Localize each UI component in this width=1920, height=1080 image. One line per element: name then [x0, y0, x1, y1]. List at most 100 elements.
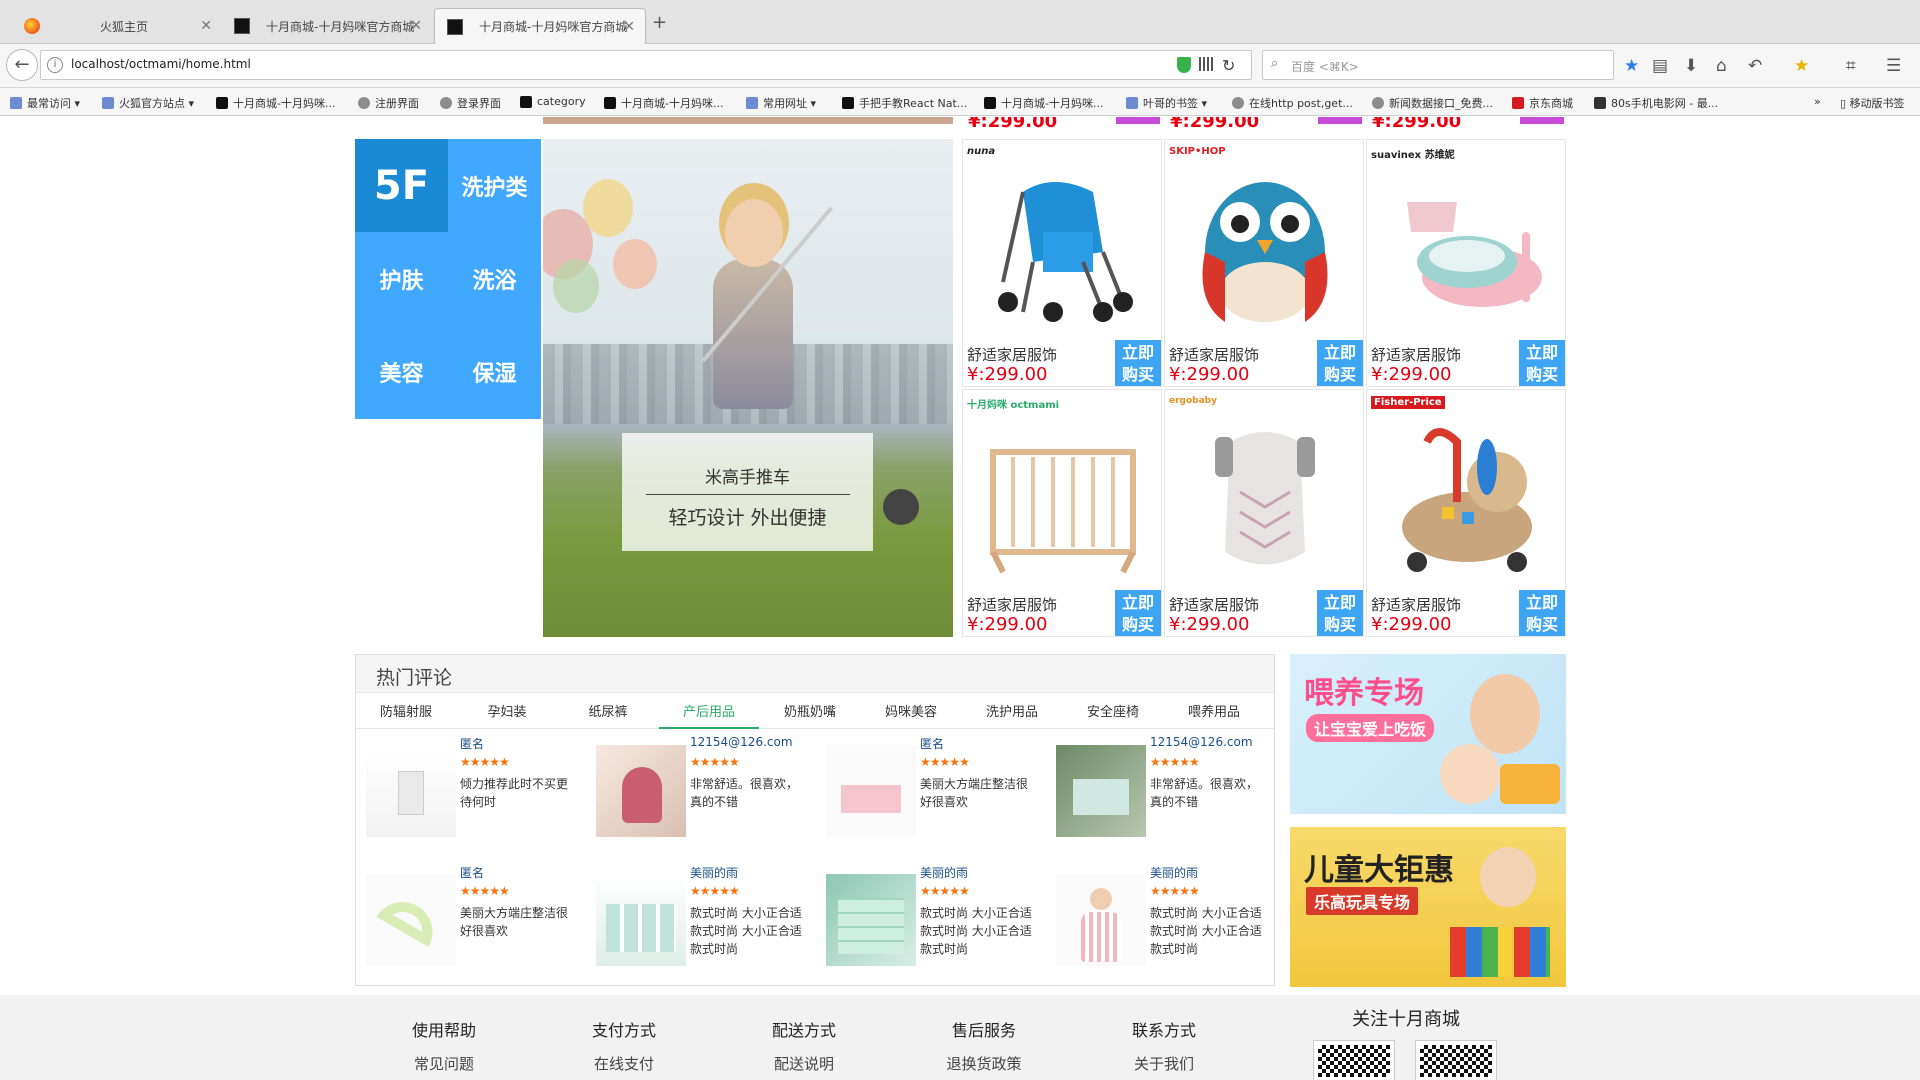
mobile-bookmarks[interactable]: ▯ 移动版书签: [1840, 95, 1905, 111]
crop-icon[interactable]: ⌗: [1846, 56, 1856, 76]
bookmark-item[interactable]: 叶哥的书签 ▾: [1126, 95, 1207, 111]
bookmark-item[interactable]: 80s手机电影网 - 最...: [1594, 95, 1718, 111]
product-name[interactable]: 舒适家居服饰: [1371, 344, 1461, 365]
footer-link[interactable]: 退换货政策: [924, 1053, 1044, 1074]
bookmark-star-icon[interactable]: ★: [1624, 56, 1639, 76]
tab-review-category[interactable]: 纸尿裤: [558, 701, 658, 720]
product-card[interactable]: 十月妈咪 octmami 舒适家居服饰 ¥:299.00 立即 购买: [962, 389, 1162, 637]
bookmark-item[interactable]: 登录界面: [440, 95, 501, 111]
buy-now-button[interactable]: 立即 购买: [1519, 590, 1565, 636]
search-placeholder[interactable]: 百度 <⌘K>: [1291, 58, 1359, 75]
bookmark-item[interactable]: 十月商城-十月妈咪...: [984, 95, 1103, 111]
floor-banner[interactable]: 米高手推车 轻巧设计 外出便捷: [543, 139, 953, 637]
product-card[interactable]: Fisher-Price 舒适家居服饰 ¥:299.00 立即 购买: [1366, 389, 1566, 637]
product-name[interactable]: 舒适家居服饰: [967, 344, 1057, 365]
bookmark-item[interactable]: 在线http post,get...: [1232, 95, 1353, 111]
review-thumbnail[interactable]: [826, 745, 916, 837]
footer-link[interactable]: 关于我们: [1104, 1053, 1224, 1074]
bookmark-item[interactable]: 注册界面: [358, 95, 419, 111]
bookmark-item[interactable]: 京东商城: [1512, 95, 1573, 111]
buy-now-button[interactable]: 立即 购买: [1317, 340, 1363, 386]
home-icon[interactable]: ⌂: [1716, 56, 1727, 76]
bookmark-item[interactable]: 常用网址 ▾: [746, 95, 816, 111]
new-tab-icon[interactable]: +: [652, 12, 667, 33]
tab-review-category-active[interactable]: 产后用品: [659, 701, 759, 729]
review-thumbnail[interactable]: [596, 874, 686, 966]
product-card[interactable]: SKIP•HOP 舒适家居服饰 ¥:299.00 立即 购买: [1164, 139, 1364, 387]
subcategory-link[interactable]: 洗浴: [448, 232, 541, 325]
bookmark-item[interactable]: 十月商城-十月妈咪...: [604, 95, 723, 111]
extension-star-icon[interactable]: ★: [1794, 56, 1809, 76]
tab-review-category[interactable]: 防辐射服: [356, 701, 456, 720]
undo-icon[interactable]: ↶: [1748, 56, 1762, 76]
url-text[interactable]: localhost/octmami/home.html: [71, 57, 251, 71]
tab-review-category[interactable]: 安全座椅: [1063, 701, 1163, 720]
strip-buy[interactable]: [1116, 117, 1160, 124]
product-name[interactable]: 舒适家居服饰: [1169, 344, 1259, 365]
review-thumbnail[interactable]: [596, 745, 686, 837]
review-thumbnail[interactable]: [1056, 874, 1146, 966]
more-bookmarks-icon[interactable]: »: [1814, 95, 1821, 108]
menu-icon[interactable]: ☰: [1886, 56, 1901, 76]
review-thumbnail[interactable]: [826, 874, 916, 966]
review-thumbnail[interactable]: [366, 745, 456, 837]
feeding-promo-banner[interactable]: 喂养专场 让宝宝爱上吃饭: [1290, 654, 1566, 814]
close-icon[interactable]: ✕: [200, 18, 212, 34]
review-thumbnail[interactable]: [366, 874, 456, 966]
buy-now-button[interactable]: 立即 购买: [1519, 340, 1565, 386]
footer-link[interactable]: 配送说明: [744, 1053, 864, 1074]
shield-icon[interactable]: [1177, 57, 1191, 73]
bookmark-item[interactable]: 手把手教React Nat...: [842, 95, 967, 111]
product-name[interactable]: 舒适家居服饰: [967, 594, 1057, 615]
product-card[interactable]: suavinex 苏维妮 舒适家居服饰 ¥:299.00 立即 购买: [1366, 139, 1566, 387]
tab-review-category[interactable]: 奶瓶奶嘴: [760, 701, 860, 720]
review-item[interactable]: 美丽的雨 ★★★★★ 款式时尚 大小正合适款式时尚 大小正合适款式时尚: [586, 860, 816, 980]
download-icon[interactable]: ⬇: [1684, 56, 1698, 76]
tab-review-category[interactable]: 孕妇装: [457, 701, 557, 720]
tab-review-category[interactable]: 喂养用品: [1164, 701, 1264, 720]
review-thumbnail[interactable]: [1056, 745, 1146, 837]
subcategory-link[interactable]: 美容: [355, 325, 448, 418]
bookmark-item[interactable]: 新闻数据接口_免费...: [1372, 95, 1493, 111]
reload-icon[interactable]: ↻: [1222, 56, 1235, 75]
strip-buy[interactable]: [1318, 117, 1362, 124]
review-item[interactable]: 美丽的雨 ★★★★★ 款式时尚 大小正合适款式时尚 大小正合适款式时尚: [1046, 860, 1276, 980]
buy-now-button[interactable]: 立即 购买: [1115, 590, 1161, 636]
review-item[interactable]: 匿名 ★★★★★ 美丽大方端庄整洁很好很喜欢: [356, 860, 586, 980]
tab-shop-1[interactable]: 十月商城-十月妈咪官方商城 ✕: [222, 8, 432, 44]
footer-link[interactable]: 常见问题: [384, 1053, 504, 1074]
search-box[interactable]: ⌕ 百度 <⌘K>: [1262, 50, 1614, 80]
review-item[interactable]: 12154@126.com ★★★★★ 非常舒适。很喜欢，真的不错: [1046, 731, 1276, 851]
tab-review-category[interactable]: 妈咪美容: [861, 701, 961, 720]
product-name[interactable]: 舒适家居服饰: [1169, 594, 1259, 615]
subcategory-link[interactable]: 护肤: [355, 232, 448, 325]
subcategory-link[interactable]: 保湿: [448, 325, 541, 418]
tab-firefox-home[interactable]: 火狐主页 ✕: [0, 8, 222, 44]
qr-code-icon[interactable]: [1199, 57, 1213, 71]
reading-list-icon[interactable]: ▤: [1652, 56, 1668, 76]
bookmark-item[interactable]: 火狐官方站点 ▾: [102, 95, 194, 111]
review-item[interactable]: 匿名 ★★★★★ 美丽大方端庄整洁很好很喜欢: [816, 731, 1046, 851]
tab-shop-2-active[interactable]: 十月商城-十月妈咪官方商城 ✕: [434, 8, 646, 44]
review-item[interactable]: 美丽的雨 ★★★★★ 款式时尚 大小正合适款式时尚 大小正合适款式时尚: [816, 860, 1046, 980]
toy-promo-banner[interactable]: 儿童大钜惠 乐高玩具专场: [1290, 827, 1566, 987]
bookmark-item[interactable]: 最常访问 ▾: [10, 95, 80, 111]
product-card[interactable]: ergobaby 舒适家居服饰 ¥:299.00 立即 购买: [1164, 389, 1364, 637]
floor-category[interactable]: 洗护类: [448, 139, 541, 232]
footer-link[interactable]: 在线支付: [564, 1053, 684, 1074]
info-icon[interactable]: i: [47, 57, 63, 73]
url-bar[interactable]: i localhost/octmami/home.html: [40, 50, 1252, 80]
review-item[interactable]: 12154@126.com ★★★★★ 非常舒适。很喜欢，真的不错: [586, 731, 816, 851]
buy-now-button[interactable]: 立即 购买: [1115, 340, 1161, 386]
close-icon[interactable]: ✕: [410, 18, 422, 34]
buy-now-button[interactable]: 立即 购买: [1317, 590, 1363, 636]
close-icon[interactable]: ✕: [623, 19, 635, 35]
bookmark-item[interactable]: 十月商城-十月妈咪...: [216, 95, 335, 111]
product-name[interactable]: 舒适家居服饰: [1371, 594, 1461, 615]
strip-buy[interactable]: [1520, 117, 1564, 124]
back-arrow-icon[interactable]: ←: [6, 49, 38, 81]
tab-review-category[interactable]: 洗护用品: [962, 701, 1062, 720]
bookmark-item[interactable]: category: [520, 95, 586, 108]
review-item[interactable]: 匿名 ★★★★★ 倾力推荐此时不买更待何时: [356, 731, 586, 851]
product-card[interactable]: nuna 舒适家居服饰 ¥:299.00 立即 购买: [962, 139, 1162, 387]
